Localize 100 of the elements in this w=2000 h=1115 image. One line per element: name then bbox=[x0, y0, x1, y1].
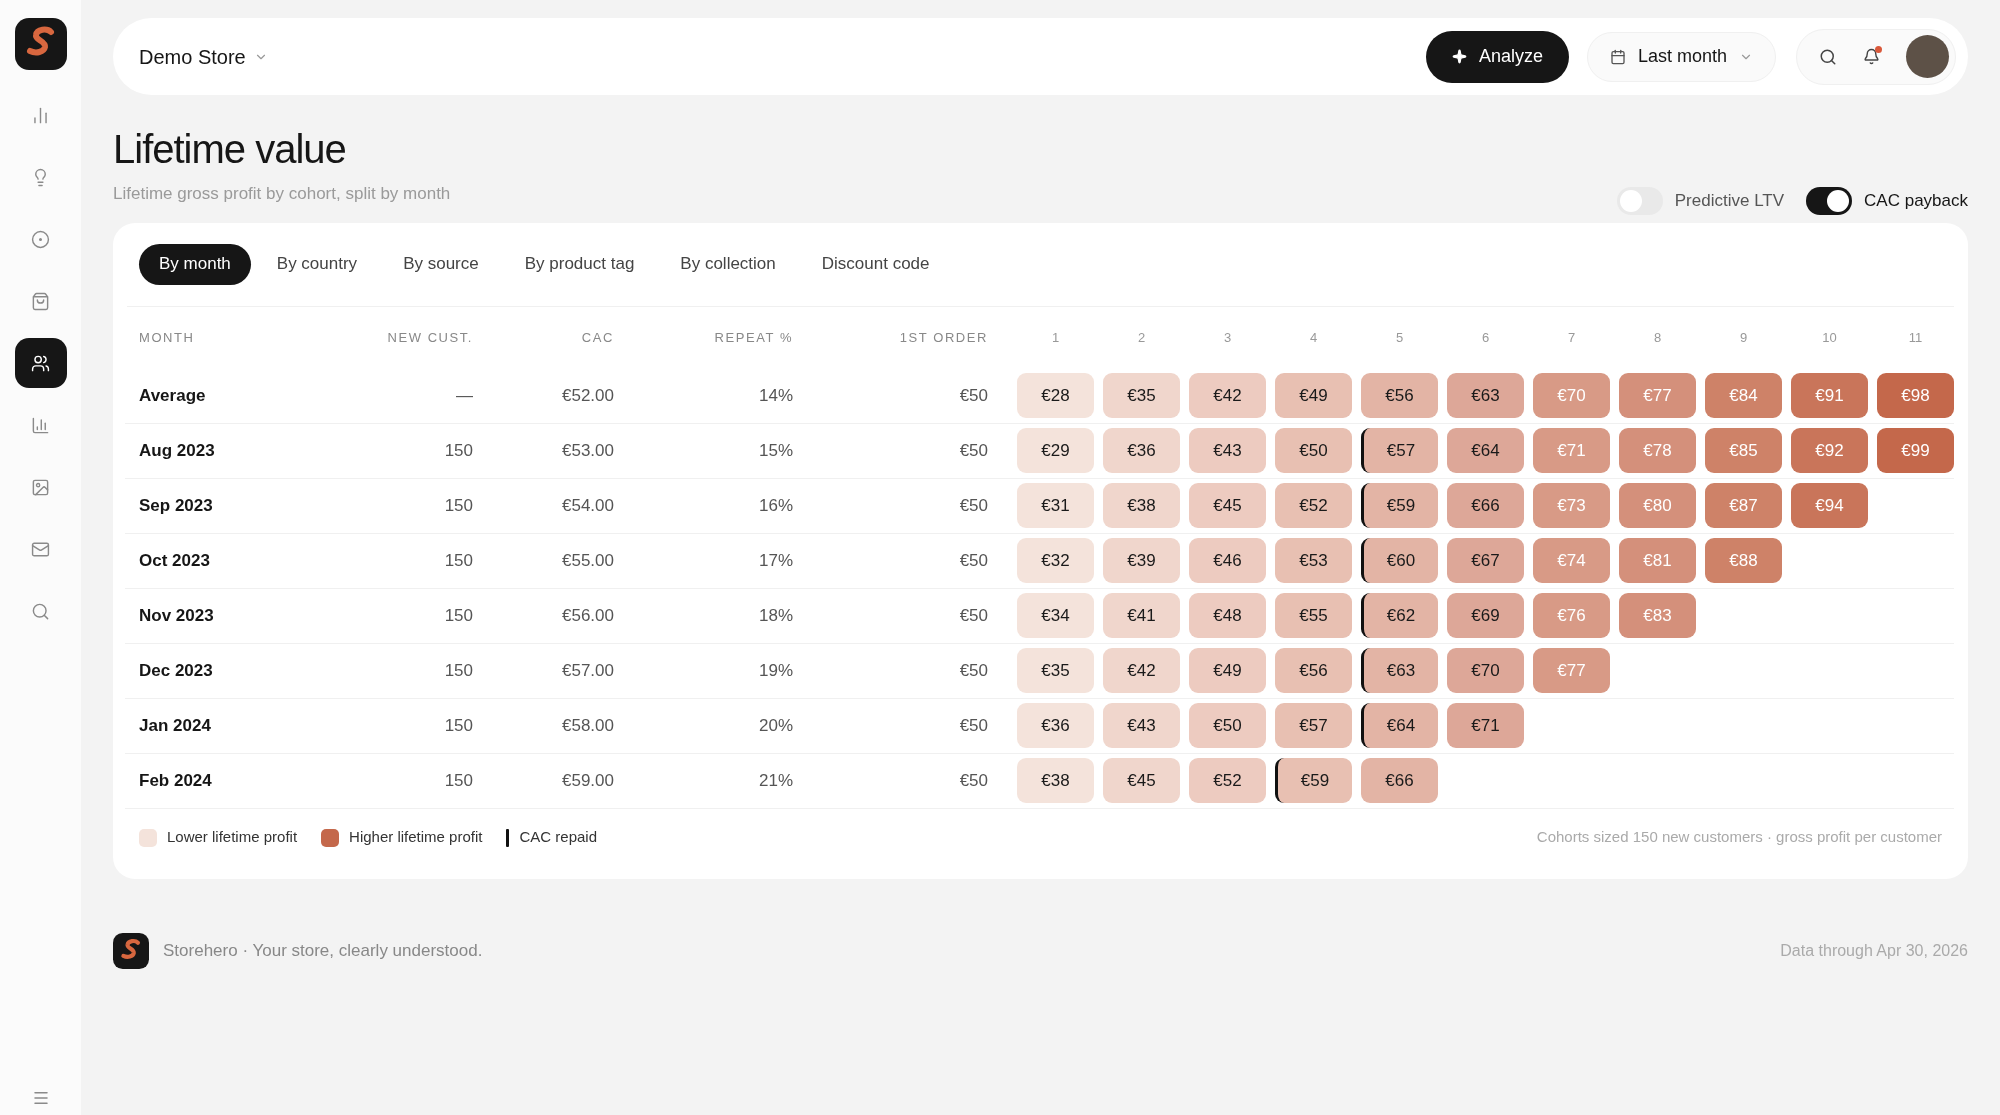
heatmap-cell: €81 bbox=[1619, 538, 1696, 583]
table-cell-text: 15% bbox=[757, 439, 793, 462]
heatmap-cell: €57 bbox=[1275, 703, 1352, 748]
store-selector[interactable]: Demo Store bbox=[139, 41, 268, 72]
logo-icon bbox=[113, 932, 149, 969]
footer-data-date: Data through Apr 30, 2026 bbox=[1780, 940, 1968, 961]
heatmap-cell: €74 bbox=[1533, 538, 1610, 583]
legend-label: Lower lifetime profit bbox=[167, 827, 298, 848]
table-cell-text: €50 bbox=[958, 604, 988, 627]
table-cell-text: 150 bbox=[443, 659, 473, 682]
column-header: 1ST ORDER bbox=[898, 328, 988, 347]
tab[interactable]: By product tag bbox=[504, 243, 655, 285]
heatmap-cell: €59 bbox=[1275, 758, 1352, 803]
table-cell-text: €54.00 bbox=[561, 494, 614, 517]
table-cell-text: 18% bbox=[757, 604, 793, 627]
table-cell-text: €50 bbox=[958, 494, 988, 517]
heatmap-cell: €77 bbox=[1619, 373, 1696, 418]
heatmap-cell: €46 bbox=[1189, 538, 1266, 583]
heatmap-cell: €28 bbox=[1017, 373, 1094, 418]
month-cell-text: Sep 2023 bbox=[139, 494, 214, 517]
heatmap-cell: €78 bbox=[1619, 428, 1696, 473]
column-header: 8 bbox=[1652, 328, 1663, 347]
month-cell-text: Jan 2024 bbox=[139, 714, 212, 737]
analyze-button[interactable]: Analyze bbox=[1425, 30, 1569, 83]
tab[interactable]: By collection bbox=[660, 243, 796, 285]
sidebar-item[interactable] bbox=[14, 338, 67, 388]
column-header: NEW CUST. bbox=[386, 328, 473, 347]
legend-label: CAC repaid bbox=[519, 827, 597, 848]
column-header: 2 bbox=[1136, 328, 1147, 347]
table-cell-text: €57.00 bbox=[561, 659, 614, 682]
heatmap-cell: €50 bbox=[1189, 703, 1266, 748]
month-cell-text: Aug 2023 bbox=[139, 439, 216, 462]
month-cell-text: Dec 2023 bbox=[139, 659, 214, 682]
sparkle-icon bbox=[1451, 49, 1467, 64]
table-cell-text: 150 bbox=[443, 494, 473, 517]
image-icon bbox=[31, 477, 50, 497]
tab[interactable]: By country bbox=[256, 243, 378, 285]
table-cell-text: €50 bbox=[958, 549, 988, 572]
heatmap-cell: €43 bbox=[1103, 703, 1180, 748]
table-cell-text: €50 bbox=[958, 439, 988, 462]
heatmap-cell: €52 bbox=[1275, 483, 1352, 528]
heatmap-cell: €31 bbox=[1017, 483, 1094, 528]
period-selector[interactable]: Last month bbox=[1586, 31, 1776, 82]
table-cell-text: €58.00 bbox=[561, 714, 614, 737]
heatmap-cell: €45 bbox=[1189, 483, 1266, 528]
heatmap-cell: €70 bbox=[1447, 648, 1524, 693]
calendar-icon bbox=[1609, 48, 1626, 65]
heatmap-cell: €41 bbox=[1103, 593, 1180, 638]
heatmap-cell: €70 bbox=[1533, 373, 1610, 418]
notification-button[interactable] bbox=[1863, 48, 1880, 65]
heatmap-cell: €59 bbox=[1361, 483, 1438, 528]
table-cell-text: 150 bbox=[443, 714, 473, 737]
toggle-label: Predictive LTV bbox=[1674, 189, 1785, 212]
column-header: 11 bbox=[1907, 328, 1924, 347]
tab[interactable]: By source bbox=[383, 243, 499, 285]
heatmap-cell: €36 bbox=[1017, 703, 1094, 748]
tab[interactable]: By month bbox=[139, 243, 251, 285]
table-cell-text: €55.00 bbox=[561, 549, 614, 572]
table-cell-text: €56.00 bbox=[561, 604, 614, 627]
heatmap-cell: €32 bbox=[1017, 538, 1094, 583]
heatmap-cell: €92 bbox=[1791, 428, 1868, 473]
heatmap-cell: €66 bbox=[1447, 483, 1524, 528]
column-header: MONTH bbox=[139, 328, 196, 347]
avatar[interactable] bbox=[1906, 35, 1949, 78]
table-cell-text: €53.00 bbox=[561, 439, 614, 462]
table-cell-text: €50 bbox=[958, 769, 988, 792]
toggle-switch[interactable] bbox=[1806, 186, 1853, 215]
table-cell-text: €52.00 bbox=[561, 384, 614, 407]
column-header: 9 bbox=[1738, 328, 1749, 347]
table-cell-text: 150 bbox=[443, 769, 473, 792]
heatmap-cell: €53 bbox=[1275, 538, 1352, 583]
month-cell-text: Average bbox=[139, 384, 207, 407]
table-cell-text: 150 bbox=[443, 549, 473, 572]
heatmap-cell: €50 bbox=[1275, 428, 1352, 473]
heatmap-cell: €64 bbox=[1447, 428, 1524, 473]
heatmap-cell: €42 bbox=[1189, 373, 1266, 418]
mail-icon bbox=[31, 539, 50, 559]
heatmap-cell: €56 bbox=[1361, 373, 1438, 418]
heatmap-cell: €77 bbox=[1533, 648, 1610, 693]
heatmap-cell: €69 bbox=[1447, 593, 1524, 638]
bar-chart-icon bbox=[31, 105, 50, 125]
heatmap-cell: €85 bbox=[1705, 428, 1782, 473]
heatmap-cell: €62 bbox=[1361, 593, 1438, 638]
menu-icon[interactable] bbox=[31, 1089, 50, 1107]
table-cell-text: €50 bbox=[958, 384, 988, 407]
heatmap-cell: €55 bbox=[1275, 593, 1352, 638]
toggle-label: CAC payback bbox=[1864, 189, 1968, 212]
tab[interactable]: Discount code bbox=[801, 243, 950, 285]
heatmap-cell: €38 bbox=[1103, 483, 1180, 528]
heatmap-cell: €29 bbox=[1017, 428, 1094, 473]
table-cell-text: 20% bbox=[757, 714, 793, 737]
heatmap-cell: €84 bbox=[1705, 373, 1782, 418]
column-header: 3 bbox=[1222, 328, 1233, 347]
heatmap-cell: €56 bbox=[1275, 648, 1352, 693]
month-cell-text: Feb 2024 bbox=[139, 769, 213, 792]
heatmap-cell: €87 bbox=[1705, 483, 1782, 528]
footer-tagline: Storehero · Your store, clearly understood. bbox=[163, 939, 483, 962]
heatmap-cell: €35 bbox=[1103, 373, 1180, 418]
heatmap-cell: €49 bbox=[1189, 648, 1266, 693]
search-icon[interactable] bbox=[1819, 47, 1837, 66]
